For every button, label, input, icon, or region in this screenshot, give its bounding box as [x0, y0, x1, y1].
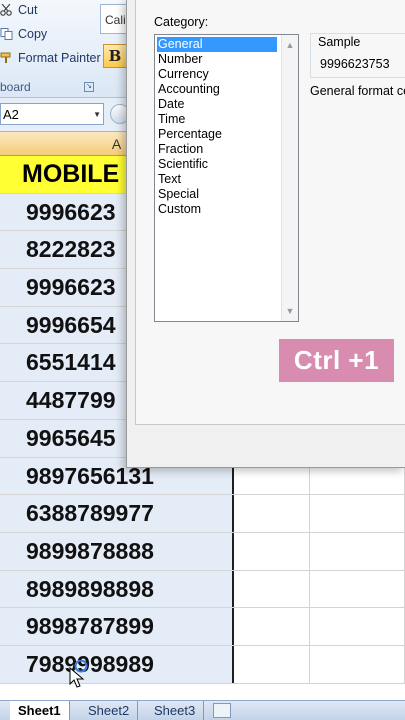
ribbon-clipboard-group: Cut Copy Format Painter board ↘ Cali B [0, 0, 130, 98]
category-item-fraction[interactable]: Fraction [157, 142, 277, 157]
sheet-tab-bar: Sheet1 Sheet2 Sheet3 [0, 700, 405, 720]
general-format-description: General format cell [310, 84, 405, 98]
name-box[interactable]: A2 ▼ [0, 103, 104, 125]
category-label: Category: [154, 15, 209, 29]
cut-label: Cut [18, 3, 38, 17]
category-item-time[interactable]: Time [157, 112, 277, 127]
table-row: 9898787899 [0, 608, 405, 646]
table-row: 6388789977 [0, 495, 405, 533]
cut-button[interactable]: Cut [0, 3, 37, 17]
clipboard-group-label: board [0, 80, 31, 94]
format-painter-button[interactable]: Format Painter [0, 51, 101, 65]
category-item-custom[interactable]: Custom [157, 202, 277, 217]
table-row: 7989998989 [0, 645, 405, 684]
formula-bar: A2 ▼ [0, 98, 130, 132]
scroll-up-icon[interactable]: ▲ [282, 37, 298, 53]
category-item-number[interactable]: Number [157, 52, 277, 67]
cell[interactable] [236, 608, 310, 645]
format-painter-label: Format Painter [18, 51, 101, 65]
category-item-currency[interactable]: Currency [157, 67, 277, 82]
dialog-launcher-icon[interactable]: ↘ [84, 82, 94, 92]
mobile-cell[interactable]: 8989898898 [0, 570, 234, 608]
category-item-special[interactable]: Special [157, 187, 277, 202]
copy-label: Copy [18, 27, 48, 41]
tab-sheet1[interactable]: Sheet1 [10, 701, 70, 720]
copy-button[interactable]: Copy [0, 27, 47, 41]
sample-label: Sample [316, 35, 363, 49]
insert-sheet-icon[interactable] [213, 703, 231, 718]
scissors-icon [0, 3, 14, 16]
mobile-cell[interactable]: 6388789977 [0, 495, 234, 532]
paintbrush-icon [0, 52, 14, 64]
cell[interactable] [311, 495, 405, 532]
cell[interactable] [311, 645, 405, 683]
name-box-value: A2 [3, 107, 19, 122]
mobile-cell[interactable]: 9898787899 [0, 608, 234, 645]
cell[interactable] [311, 532, 405, 570]
category-item-scientific[interactable]: Scientific [157, 157, 277, 172]
format-cells-dialog: Category: General Number Currency Accoun… [126, 0, 405, 468]
category-item-text[interactable]: Text [157, 172, 277, 187]
cell[interactable] [311, 570, 405, 608]
cell[interactable] [236, 570, 310, 608]
cell[interactable] [236, 532, 310, 570]
cell[interactable] [236, 645, 310, 683]
category-item-accounting[interactable]: Accounting [157, 82, 277, 97]
category-scrollbar[interactable]: ▲ ▼ [281, 35, 298, 321]
copy-icon [0, 28, 14, 40]
table-row: 8989898898 [0, 570, 405, 609]
shortcut-badge: Ctrl +1 [279, 339, 394, 382]
sample-value: 9996623753 [320, 57, 390, 71]
tab-sheet2[interactable]: Sheet2 [80, 701, 139, 720]
category-item-percentage[interactable]: Percentage [157, 127, 277, 142]
category-item-general[interactable]: General [156, 36, 278, 53]
category-list[interactable]: General Number Currency Accounting Date … [154, 34, 299, 322]
cell[interactable] [311, 608, 405, 645]
bold-button[interactable]: B [103, 44, 127, 68]
chevron-down-icon[interactable]: ▼ [93, 110, 101, 119]
tab-sheet3[interactable]: Sheet3 [146, 701, 205, 720]
scroll-down-icon[interactable]: ▼ [282, 303, 298, 319]
table-row: 9899878888 [0, 532, 405, 571]
mobile-cell[interactable]: 9899878888 [0, 532, 234, 570]
cell[interactable] [236, 495, 310, 532]
category-item-date[interactable]: Date [157, 97, 277, 112]
mouse-cursor-icon [66, 659, 88, 688]
mobile-cell[interactable]: 7989998989 [0, 645, 234, 683]
